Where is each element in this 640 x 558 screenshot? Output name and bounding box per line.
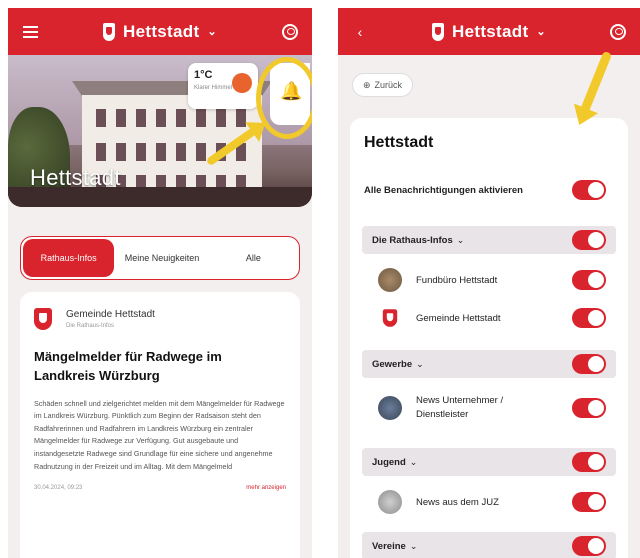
tab-meine-neuigkeiten[interactable]: Meine Neuigkeiten — [116, 237, 207, 279]
channel-label: News Unternehmer / Dienstleister — [416, 394, 504, 420]
panel-title: Hettstadt — [364, 134, 434, 151]
chevron-down-icon: ⌄ — [409, 456, 418, 467]
group-toggle[interactable] — [572, 452, 606, 472]
show-more-link[interactable]: mehr anzeigen — [246, 485, 286, 491]
phone-screen-news: Hettstadt ⌄ Hettstadt 1°C Klarer Himmel … — [8, 8, 312, 558]
channel-toggle[interactable] — [572, 308, 606, 328]
group-row-jugend[interactable]: Jugend ⌄ — [362, 448, 616, 476]
municipality-selector[interactable]: Hettstadt ⌄ — [103, 22, 217, 42]
channel-row: News Unternehmer / Dienstleister — [350, 390, 628, 426]
channel-toggle[interactable] — [572, 270, 606, 290]
group-label: Die Rathaus-Infos — [372, 234, 453, 246]
account-icon[interactable] — [608, 22, 628, 42]
crest-icon — [103, 22, 116, 41]
news-source: Gemeinde Hettstadt — [66, 309, 155, 320]
group-toggle[interactable] — [572, 536, 606, 556]
group-toggle[interactable] — [572, 354, 606, 374]
master-toggle[interactable] — [572, 180, 606, 200]
master-toggle-label: Alle Benachrichtigungen aktivieren — [364, 184, 523, 196]
channel-toggle[interactable] — [572, 398, 606, 418]
news-title: Mängelmelder für Radwege im Landkreis Wü… — [34, 349, 222, 383]
group-toggle[interactable] — [572, 230, 606, 250]
group-label: Jugend — [372, 456, 406, 468]
chevron-down-icon: ⌄ — [416, 358, 424, 369]
municipality-selector[interactable]: Hettstadt ⌄ — [432, 22, 546, 42]
channel-label: Fundbüro Hettstadt — [416, 274, 498, 286]
sun-icon — [232, 73, 252, 93]
news-date: 30.04.2024, 09:23 — [34, 485, 83, 492]
chevron-down-icon: ⌄ — [409, 540, 418, 551]
master-toggle-row: Alle Benachrichtigungen aktivieren — [350, 178, 628, 202]
back-button[interactable]: ⊕ Zurück — [352, 73, 414, 97]
back-label: Zurück — [374, 80, 403, 90]
group-row-gewerbe[interactable]: Gewerbe ⌄ — [362, 350, 616, 378]
channel-toggle[interactable] — [572, 492, 606, 512]
phone-screen-notifications: ‹ Hettstadt ⌄ ⊕ Zurück Hettstadt Alle Be… — [338, 8, 640, 558]
news-source-channel: Die Rathaus-Infos — [66, 323, 115, 329]
channel-avatar — [378, 490, 402, 514]
app-title: Hettstadt — [123, 21, 200, 41]
hamburger-icon[interactable] — [20, 22, 40, 42]
group-row-rathaus-infos[interactable]: Die Rathaus-Infos ⌄ — [362, 226, 616, 254]
chevron-down-icon: ⌄ — [456, 234, 465, 245]
weather-widget[interactable]: 1°C Klarer Himmel — [188, 63, 258, 109]
news-card[interactable]: Gemeinde Hettstadt Die Rathaus-Infos Män… — [20, 292, 300, 558]
channel-row: News aus dem JUZ — [350, 488, 628, 516]
channel-label: Gemeinde Hettstadt — [416, 312, 501, 324]
channel-label: News aus dem JUZ — [416, 496, 499, 508]
chevron-down-icon: ⌄ — [536, 26, 546, 38]
hero-title: Hettstadt — [30, 165, 121, 190]
tab-rathaus-infos[interactable]: Rathaus-Infos — [23, 239, 115, 277]
group-label: Vereine — [372, 540, 406, 552]
tab-alle[interactable]: Alle — [208, 237, 299, 279]
app-title: Hettstadt — [452, 21, 529, 41]
app-header: Hettstadt ⌄ — [8, 8, 312, 55]
channel-row: Gemeinde Hettstadt — [350, 304, 628, 332]
highlight-arrow — [579, 50, 613, 116]
news-filter-tabs: Rathaus-Infos Meine Neuigkeiten Alle — [20, 236, 300, 280]
chevron-left-icon[interactable]: ‹ — [350, 22, 370, 42]
chevron-down-icon: ⌄ — [207, 26, 217, 38]
channel-avatar — [378, 396, 402, 420]
account-icon[interactable] — [280, 22, 300, 42]
notification-settings-panel: Hettstadt Alle Benachrichtigungen aktivi… — [350, 50, 628, 558]
app-header: ‹ Hettstadt ⌄ — [338, 8, 640, 55]
back-arrow-icon: ⊕ — [363, 79, 371, 90]
crest-icon — [378, 306, 402, 330]
crest-icon — [432, 22, 445, 41]
hero-image: Hettstadt 1°C Klarer Himmel 🔔 — [8, 55, 312, 207]
group-label: Gewerbe — [372, 358, 413, 370]
news-body: Schäden schnell und zielgerichtet melden… — [34, 398, 285, 471]
channel-avatar — [378, 268, 402, 292]
crest-icon — [34, 308, 52, 330]
group-row-vereine[interactable]: Vereine ⌄ — [362, 532, 616, 558]
channel-row: Fundbüro Hettstadt — [350, 266, 628, 294]
